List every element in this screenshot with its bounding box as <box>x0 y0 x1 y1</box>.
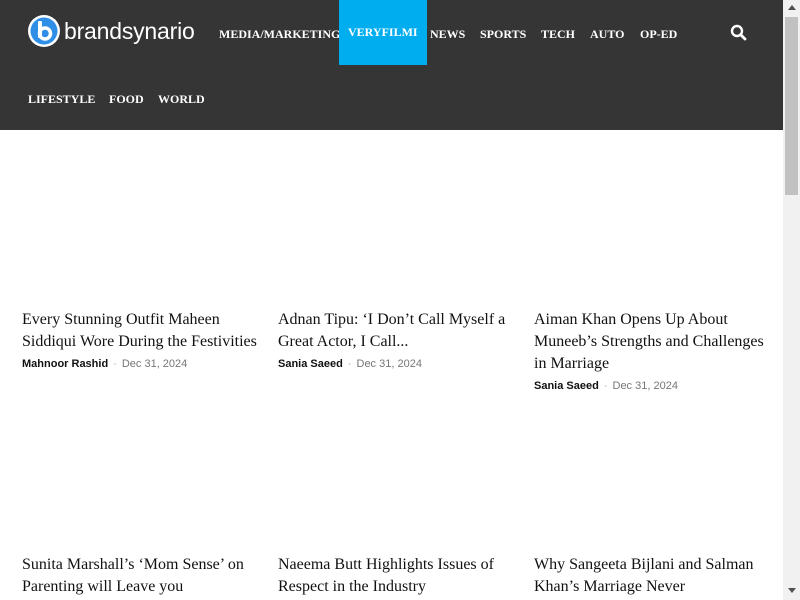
article-title[interactable]: Sunita Marshall’s ‘Mom Sense’ on Parenti… <box>22 554 257 598</box>
article-title[interactable]: Naeema Butt Highlights Issues of Respect… <box>278 554 513 598</box>
nav-item-op-ed[interactable]: OP-ED <box>640 2 677 67</box>
vertical-scrollbar[interactable] <box>783 0 800 600</box>
search-icon <box>730 24 747 41</box>
search-button[interactable] <box>728 22 750 44</box>
article-meta: Sania Saeed - Dec 31, 2024 <box>278 357 513 371</box>
article-card: Why Sangeeta Bijlani and Salman Khan’s M… <box>534 554 769 598</box>
site-logo[interactable]: brandsynario <box>27 13 195 49</box>
nav-item-news[interactable]: NEWS <box>430 2 465 67</box>
nav-item-sports[interactable]: SPORTS <box>480 2 526 67</box>
article-card: Aiman Khan Opens Up About Muneeb’s Stren… <box>534 309 769 393</box>
nav-item-auto[interactable]: AUTO <box>590 2 624 67</box>
article-author[interactable]: Sania Saeed <box>534 380 599 392</box>
article-author[interactable]: Sania Saeed <box>278 358 343 370</box>
meta-separator: - <box>113 358 117 370</box>
article-title[interactable]: Why Sangeeta Bijlani and Salman Khan’s M… <box>534 554 769 598</box>
brandsynario-logo-icon <box>28 15 60 47</box>
article-date: Dec 31, 2024 <box>121 358 188 370</box>
nav-item-tech[interactable]: TECH <box>541 2 575 67</box>
scroll-up-button[interactable] <box>783 0 800 17</box>
article-card: Sunita Marshall’s ‘Mom Sense’ on Parenti… <box>22 554 257 598</box>
site-header: brandsynario MEDIA/MARKETING VERYFILMI N… <box>0 0 783 130</box>
nav-item-veryfilmi[interactable]: VERYFILMI <box>339 0 427 65</box>
article-meta: Sania Saeed - Dec 31, 2024 <box>534 379 769 393</box>
article-title[interactable]: Every Stunning Outfit Maheen Siddiqui Wo… <box>22 309 257 353</box>
article-meta: Mahnoor Rashid - Dec 31, 2024 <box>22 357 257 371</box>
nav-item-food[interactable]: FOOD <box>109 67 144 132</box>
article-card: Naeema Butt Highlights Issues of Respect… <box>278 554 513 598</box>
article-date: Dec 31, 2024 <box>612 380 678 392</box>
arrow-down-icon <box>787 588 796 593</box>
nav-item-lifestyle[interactable]: LIFESTYLE <box>28 67 95 132</box>
logo-text: brandsynario <box>64 17 195 44</box>
nav-item-world[interactable]: WORLD <box>158 67 205 132</box>
article-title[interactable]: Aiman Khan Opens Up About Muneeb’s Stren… <box>534 309 769 375</box>
nav-item-media-marketing[interactable]: MEDIA/MARKETING <box>219 2 340 67</box>
article-author[interactable]: Mahnoor Rashid <box>22 358 108 370</box>
article-date: Dec 31, 2024 <box>356 358 422 370</box>
arrow-up-icon <box>787 5 796 10</box>
scroll-down-button[interactable] <box>783 583 800 600</box>
article-card: Every Stunning Outfit Maheen Siddiqui Wo… <box>22 309 257 371</box>
scrollbar-thumb[interactable] <box>785 17 798 195</box>
article-title[interactable]: Adnan Tipu: ‘I Don’t Call Myself a Great… <box>278 309 513 353</box>
meta-separator: - <box>347 358 352 370</box>
meta-separator: - <box>603 380 608 392</box>
article-card: Adnan Tipu: ‘I Don’t Call Myself a Great… <box>278 309 513 371</box>
